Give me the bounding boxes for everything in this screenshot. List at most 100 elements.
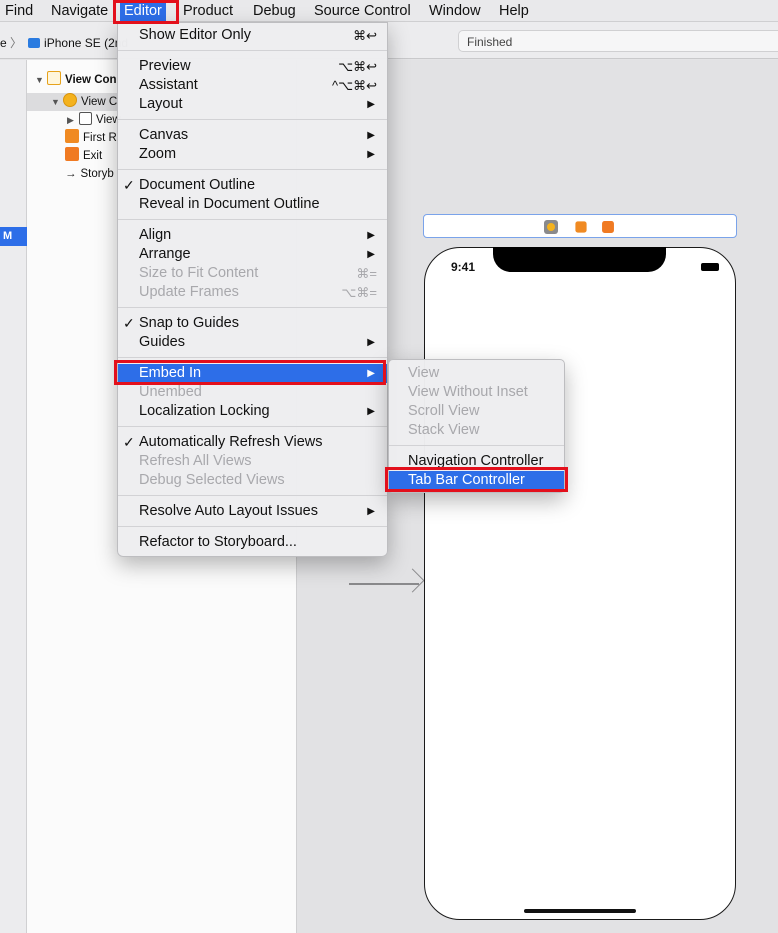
menu-find[interactable]: Find [1, 2, 37, 21]
submenu-item-tab-bar-controller[interactable]: Tab Bar Controller [389, 471, 564, 490]
outline-storyboard-label: Storyb [80, 168, 114, 180]
shortcut-label: ⌥⌘= [341, 285, 377, 300]
menu-item-guides[interactable]: Guides ▶ [118, 333, 387, 352]
menu-window[interactable]: Window [425, 2, 485, 21]
menu-item-label: Guides [139, 334, 185, 350]
submenu-arrow-icon: ▶ [367, 406, 375, 417]
outline-exit-label: Exit [83, 150, 103, 162]
menu-item-label: Canvas [139, 127, 189, 143]
menu-separator [118, 50, 387, 51]
menu-item-align[interactable]: Align ▶ [118, 226, 387, 245]
outline-storyboard-entry-row[interactable]: → Storyb [65, 165, 114, 183]
outline-exit-row[interactable]: Exit [65, 147, 102, 165]
view-controller-dock-icon[interactable] [544, 220, 558, 234]
source-control-badge[interactable]: M [0, 227, 27, 246]
submenu-item-label: Stack View [408, 422, 480, 438]
submenu-arrow-icon: ▶ [367, 230, 375, 241]
iphone-scene[interactable]: 9:41 [424, 247, 736, 920]
menu-item-zoom[interactable]: Zoom ▶ [118, 145, 387, 164]
menu-item-label: Localization Locking [139, 403, 270, 419]
menu-item-document-outline[interactable]: ✓ Document Outline [118, 176, 387, 195]
scheme-name: e [0, 36, 7, 50]
home-indicator [524, 909, 636, 913]
menu-item-embed-in[interactable]: Embed In ▶ [118, 364, 387, 383]
menu-item-resolve-auto-layout-issues[interactable]: Resolve Auto Layout Issues ▶ [118, 502, 387, 521]
submenu-item-view-without-inset: View Without Inset [389, 383, 564, 402]
embed-in-submenu: View View Without Inset Scroll View Stac… [388, 359, 565, 493]
menu-navigate[interactable]: Navigate [47, 2, 112, 21]
menu-item-label: Zoom [139, 146, 177, 162]
shortcut-label: ^⌥⌘↩ [332, 78, 377, 93]
editor-menu: Show Editor Only ⌘↩ Preview ⌥⌘↩ Assistan… [117, 22, 388, 557]
menu-item-debug-selected-views: Debug Selected Views [118, 471, 387, 490]
first-responder-dock-icon[interactable] [575, 221, 587, 233]
menu-item-show-editor-only[interactable]: Show Editor Only ⌘↩ [118, 26, 387, 45]
menu-item-label: Layout [139, 96, 183, 112]
menu-separator [118, 357, 387, 358]
menu-debug[interactable]: Debug [249, 2, 300, 21]
menu-item-snap-to-guides[interactable]: ✓ Snap to Guides [118, 314, 387, 333]
menu-item-label: Preview [139, 58, 191, 74]
chevron-right-icon: 〉 [10, 36, 23, 50]
menu-item-label: Debug Selected Views [139, 472, 285, 488]
menu-product[interactable]: Product [179, 2, 237, 21]
scheme-selector[interactable]: e 〉 iPhone SE (2nd [0, 34, 128, 51]
disclosure-open-icon[interactable]: ▼ [51, 93, 63, 111]
submenu-arrow-icon: ▶ [367, 99, 375, 110]
submenu-arrow-icon: ▶ [367, 130, 375, 141]
menu-help[interactable]: Help [495, 2, 533, 21]
submenu-arrow-icon: ▶ [367, 337, 375, 348]
outline-first-responder-label: First R [83, 132, 117, 144]
scene-dock[interactable] [423, 214, 737, 238]
device-name: iPhone SE (2nd [44, 36, 129, 50]
submenu-item-label: View Without Inset [408, 384, 528, 400]
view-icon [79, 112, 92, 125]
menu-editor[interactable]: Editor [120, 2, 166, 21]
disclosure-closed-icon[interactable]: ▶ [67, 111, 79, 129]
submenu-arrow-icon: ▶ [367, 368, 375, 379]
menu-item-label: Update Frames [139, 284, 239, 300]
outline-scene-label: View Con [65, 74, 117, 86]
outline-view-row[interactable]: ▶ View [67, 111, 121, 129]
menu-separator [389, 445, 564, 446]
submenu-arrow-icon: ▶ [367, 506, 375, 517]
exit-dock-icon[interactable] [602, 221, 614, 233]
menu-item-label: Automatically Refresh Views [139, 434, 323, 450]
menu-item-canvas[interactable]: Canvas ▶ [118, 126, 387, 145]
submenu-item-label: Navigation Controller [408, 453, 544, 469]
menu-separator [118, 219, 387, 220]
shortcut-label: ⌘↩ [353, 28, 377, 43]
exit-icon [65, 147, 79, 161]
menu-item-localization-locking[interactable]: Localization Locking ▶ [118, 402, 387, 421]
first-responder-icon [65, 129, 79, 143]
menu-item-arrange[interactable]: Arrange ▶ [118, 245, 387, 264]
submenu-arrow-icon: ▶ [367, 149, 375, 160]
menu-item-preview[interactable]: Preview ⌥⌘↩ [118, 57, 387, 76]
menu-item-assistant[interactable]: Assistant ^⌥⌘↩ [118, 76, 387, 95]
menu-item-automatically-refresh-views[interactable]: ✓ Automatically Refresh Views [118, 433, 387, 452]
navigator-rail: M [0, 60, 27, 933]
menu-item-label: Resolve Auto Layout Issues [139, 503, 318, 519]
submenu-arrow-icon: ▶ [367, 249, 375, 260]
menu-item-update-frames: Update Frames ⌥⌘= [118, 283, 387, 302]
shortcut-label: ⌘= [356, 266, 377, 281]
menu-separator [118, 495, 387, 496]
submenu-item-label: View [408, 365, 440, 381]
menu-source-control[interactable]: Source Control [310, 2, 415, 21]
submenu-item-navigation-controller[interactable]: Navigation Controller [389, 452, 564, 471]
activity-status: Finished [458, 30, 778, 52]
menu-item-refactor-to-storyboard[interactable]: Refactor to Storyboard... [118, 533, 387, 552]
menu-item-label: Show Editor Only [139, 27, 252, 43]
menu-item-label: Refactor to Storyboard... [139, 534, 297, 550]
menu-item-label: Embed In [139, 365, 202, 381]
menu-item-reveal-in-document-outline[interactable]: Reveal in Document Outline [118, 195, 387, 214]
menu-item-label: Align [139, 227, 172, 243]
outline-view-controller-row[interactable]: ▼ View C [27, 93, 117, 111]
storyboard-entry-arrow-icon: → [65, 168, 77, 180]
outline-first-responder-row[interactable]: First R [65, 129, 117, 147]
menu-item-label: Assistant [139, 77, 198, 93]
menu-item-layout[interactable]: Layout ▶ [118, 95, 387, 114]
disclosure-open-icon[interactable]: ▼ [35, 71, 47, 89]
outline-scene-row[interactable]: ▼ View Con [35, 71, 117, 89]
submenu-item-view: View [389, 364, 564, 383]
